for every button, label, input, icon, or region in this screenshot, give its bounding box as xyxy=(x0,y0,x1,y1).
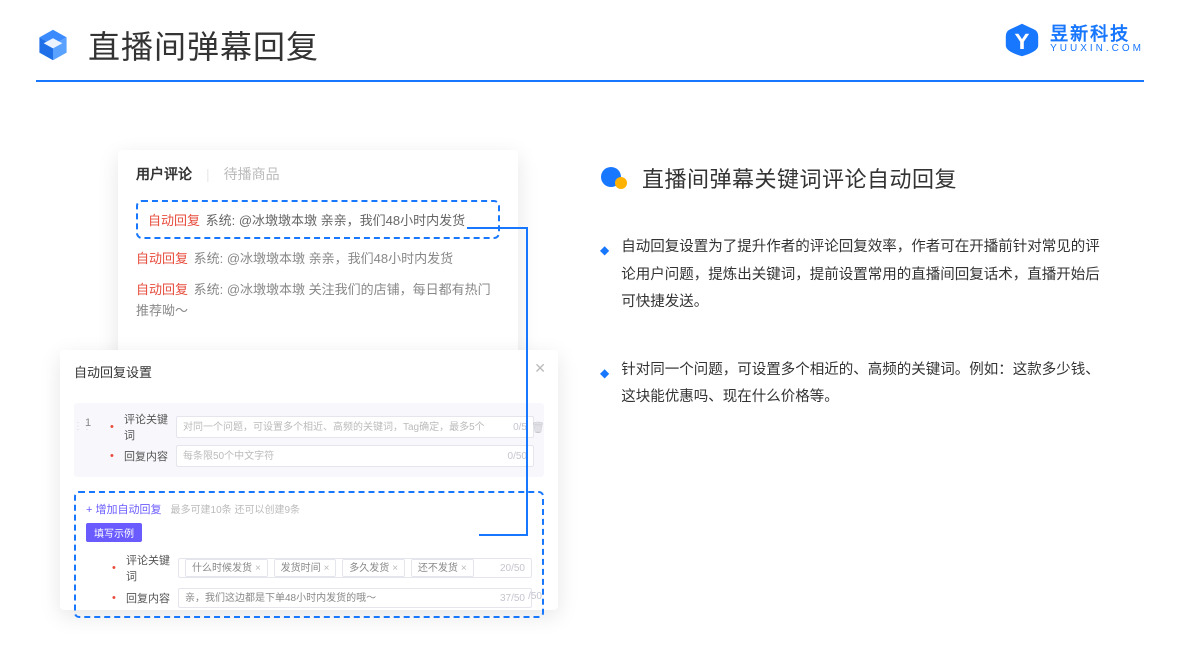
auto-reply-tag: 自动回复 xyxy=(136,282,188,297)
diamond-icon: ◆ xyxy=(600,239,609,317)
brand-name-en: YUUXIN.COM xyxy=(1050,44,1144,55)
bullet-item: ◆ 自动回复设置为了提升作者的评论回复效率，作者可在开播前针对常见的评论用户问题… xyxy=(600,234,1140,317)
cube-icon xyxy=(36,28,70,62)
example-block: + 增加自动回复 最多可建10条 还可以创建9条 填写示例 • 评论关键词 什么… xyxy=(74,491,544,618)
auto-reply-tag: 自动回复 xyxy=(136,251,188,266)
add-note: 最多可建10条 还可以创建9条 xyxy=(171,505,300,516)
example-keyword-label: 评论关键词 xyxy=(126,552,178,584)
keyword-placeholder: 对同一个问题，可设置多个相近、高频的关键词，Tag确定，最多5个 xyxy=(183,422,485,433)
tab-pending-goods[interactable]: 待播商品 xyxy=(224,164,280,184)
comment-item: 自动回复 系统: @冰墩墩本墩 亲亲，我们48小时内发货 xyxy=(136,249,500,270)
comment-text: 系统: @冰墩墩本墩 关注我们的店铺，每日都有热门推荐呦～ xyxy=(136,282,491,318)
trash-icon[interactable]: 🗑 xyxy=(531,421,545,434)
example-content-label: 回复内容 xyxy=(126,590,178,606)
comment-text: 系统: @冰墩墩本墩 亲亲，我们48小时内发货 xyxy=(194,251,454,266)
example-content-value: 亲，我们这边都是下单48小时内发货的哦～ xyxy=(185,593,376,604)
settings-card: 自动回复设置 ✕ ⋮⋮ 1 • 评论关键词 对同一个问题，可设置多个相近、高频的… xyxy=(60,350,558,610)
example-badge: 填写示例 xyxy=(86,523,142,542)
content-label: 回复内容 xyxy=(124,448,176,464)
bullet-text: 针对同一个问题，可设置多个相近的、高频的关键词。例如：这款多少钱、这块能优惠吗、… xyxy=(621,357,1101,412)
required-dot: • xyxy=(112,562,120,574)
keyword-counter: 0/5 xyxy=(513,417,527,439)
keyword-tag[interactable]: 还不发货× xyxy=(411,559,474,577)
keyword-tag[interactable]: 发货时间× xyxy=(274,559,337,577)
keyword-tag[interactable]: 多久发货× xyxy=(342,559,405,577)
bullet-text: 自动回复设置为了提升作者的评论回复效率，作者可在开播前针对常见的评论用户问题，提… xyxy=(621,234,1101,317)
example-content-counter: 37/50 xyxy=(500,589,525,609)
rule-index: 1 xyxy=(85,417,91,429)
rule-group: ⋮⋮ 1 • 评论关键词 对同一个问题，可设置多个相近、高频的关键词，Tag确定… xyxy=(74,403,544,477)
required-dot: • xyxy=(112,592,120,604)
section-title: 直播间弹幕关键词评论自动回复 xyxy=(642,162,957,194)
content-counter: 0/50 xyxy=(508,446,527,468)
example-kw-counter: 20/50 xyxy=(500,559,525,579)
keyword-label: 评论关键词 xyxy=(124,411,176,443)
example-content-input[interactable]: 亲，我们这边都是下单48小时内发货的哦～ 37/50 xyxy=(178,588,532,608)
brand-name-cn: 昱新科技 xyxy=(1050,25,1144,44)
highlighted-comment: 自动回复 系统: @冰墩墩本墩 亲亲，我们48小时内发货 xyxy=(136,200,500,239)
diamond-icon: ◆ xyxy=(600,362,609,412)
tab-user-comments[interactable]: 用户评论 xyxy=(136,164,192,184)
comment-item: 自动回复 系统: @冰墩墩本墩 关注我们的店铺，每日都有热门推荐呦～ xyxy=(136,280,500,322)
content-placeholder: 每条限50个中文字符 xyxy=(183,451,274,462)
page-title: 直播间弹幕回复 xyxy=(88,22,319,68)
required-dot: • xyxy=(110,450,118,462)
keyword-input[interactable]: 对同一个问题，可设置多个相近、高频的关键词，Tag确定，最多5个 0/5 xyxy=(176,416,534,438)
auto-reply-tag: 自动回复 xyxy=(148,213,200,228)
add-auto-reply-link[interactable]: + 增加自动回复 xyxy=(86,504,161,516)
header-divider xyxy=(36,80,1144,82)
bottom-counter: /50 xyxy=(528,591,542,602)
settings-title: 自动回复设置 xyxy=(74,362,544,381)
bullet-item: ◆ 针对同一个问题，可设置多个相近的、高频的关键词。例如：这款多少钱、这块能优惠… xyxy=(600,357,1140,412)
close-icon[interactable]: ✕ xyxy=(534,360,546,377)
tab-divider: | xyxy=(206,166,210,182)
brand-logo: 昱新科技 YUUXIN.COM xyxy=(1004,22,1144,58)
keyword-tag[interactable]: 什么时候发货× xyxy=(185,559,268,577)
content-input[interactable]: 每条限50个中文字符 0/50 xyxy=(176,445,534,467)
example-keyword-input[interactable]: 什么时候发货× 发货时间× 多久发货× 还不发货× 20/50 xyxy=(178,558,532,578)
comment-text: 系统: @冰墩墩本墩 亲亲，我们48小时内发货 xyxy=(206,213,466,228)
required-dot: • xyxy=(110,421,118,433)
bubble-icon xyxy=(600,166,628,190)
